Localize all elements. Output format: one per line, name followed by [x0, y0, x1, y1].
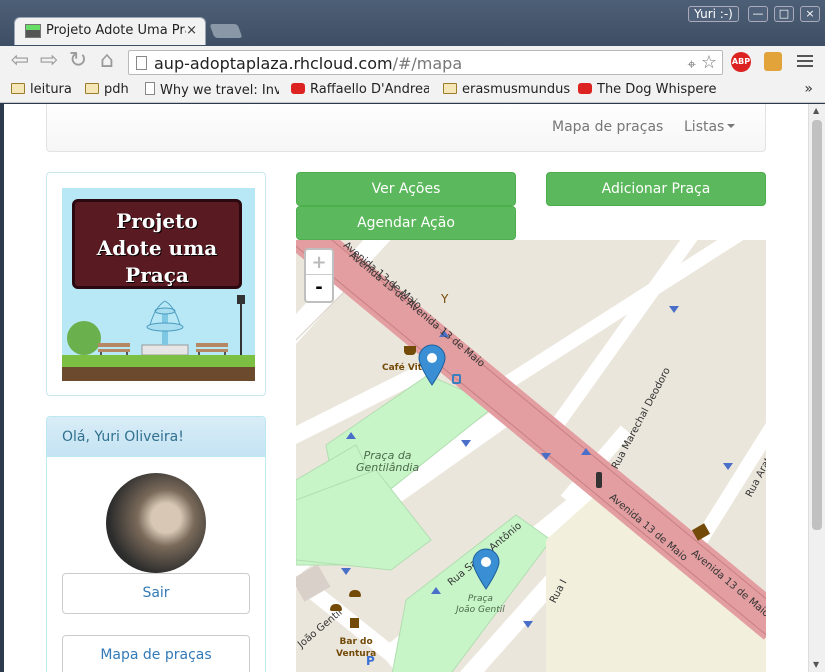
home-icon[interactable]: ⌂ [95, 50, 119, 74]
project-logo: Projeto Adote uma Praça [62, 188, 255, 381]
tab-close-icon[interactable]: × [186, 23, 197, 38]
beer-icon [350, 618, 359, 628]
map-view[interactable]: Avenida 13 de Maio Avenida 13 de Avenida… [296, 240, 766, 672]
profile-badge[interactable]: Yuri :-) [688, 6, 739, 22]
fast-food-icon [330, 604, 342, 611]
nav-map-link[interactable]: Mapa de praças [552, 119, 663, 135]
user-greeting: Olá, Yuri Oliveira! [47, 417, 265, 457]
scrollbar-thumb[interactable] [812, 120, 822, 530]
map-of-squares-button[interactable]: Mapa de praças [62, 635, 250, 672]
document-icon [145, 82, 155, 95]
bookmark-star-icon[interactable]: ☆ [701, 52, 717, 73]
square-marker-icon[interactable] [472, 548, 500, 590]
tab-title: Projeto Adote Uma Pra [46, 23, 186, 38]
bookmark-raffaello[interactable]: Raffaello D'Andrea: [291, 82, 429, 97]
park-label-joao-gentil: Praça João Gentil [456, 594, 505, 615]
lamp-post-icon [237, 295, 245, 357]
browser-toolbar: ⇦ ⇨ ↻ ⌂ aup-adoptaplaza.rhcloud.com/#/ma… [0, 46, 825, 78]
folder-icon [11, 83, 25, 94]
top-navbar: Mapa de praças Listas [46, 104, 766, 152]
cafe-cup-icon [404, 346, 416, 355]
new-tab-button[interactable] [209, 24, 243, 38]
menu-icon[interactable] [797, 52, 813, 70]
bookmark-leitura[interactable]: leitura [11, 82, 72, 97]
address-bar[interactable]: aup-adoptaplaza.rhcloud.com/#/mapa ⌖ ☆ [128, 50, 723, 75]
tree-icon [67, 321, 101, 355]
zoom-in-button[interactable]: + [306, 250, 332, 275]
logo-thumbnail: Projeto Adote uma Praça [46, 172, 266, 396]
zoom-out-button[interactable]: - [306, 275, 332, 300]
bookmark-erasmusmundus[interactable]: erasmusmundus [443, 82, 570, 97]
page-content: Mapa de praças Listas Projeto Adote uma … [4, 104, 808, 672]
zoom-control: + - [304, 248, 334, 303]
youtube-icon [291, 83, 305, 94]
bar-glass-icon: Y [441, 292, 449, 306]
logout-button[interactable]: Sair [62, 573, 250, 614]
scroll-down-icon[interactable]: ▼ [813, 660, 819, 669]
minimize-button[interactable]: — [748, 6, 768, 22]
caret-down-icon [727, 124, 736, 128]
schedule-action-button[interactable]: Agendar Ação [296, 206, 516, 240]
bookmarks-overflow-button[interactable]: » [804, 81, 813, 97]
location-icon[interactable]: ⌖ [688, 55, 696, 73]
bookmark-dog-whisperer[interactable]: The Dog Whisperer [578, 82, 717, 97]
bookmark-why-we-travel[interactable]: Why we travel: Inve [145, 82, 279, 98]
folder-icon [443, 83, 457, 94]
traffic-light-icon [596, 472, 602, 488]
fast-food-icon [349, 590, 361, 597]
avatar [106, 473, 206, 573]
page-scrollbar[interactable]: ▲ ▼ [808, 104, 825, 672]
title-bar: Projeto Adote Uma Pra × Yuri :-) — □ × [0, 0, 825, 46]
logo-sign: Projeto Adote uma Praça [72, 199, 242, 289]
extension-icon[interactable] [764, 52, 782, 71]
park-label-gentilandia: Praça da Gentilândia [356, 449, 420, 474]
fountain-icon [141, 300, 189, 356]
youtube-icon [578, 83, 592, 94]
reload-icon[interactable]: ↻ [66, 50, 90, 74]
bus-stop-icon [452, 374, 461, 384]
bookmark-pdh[interactable]: pdh [85, 82, 129, 97]
maximize-button[interactable]: □ [774, 6, 794, 22]
adblock-icon[interactable]: ABP [731, 52, 751, 72]
back-icon[interactable]: ⇦ [8, 50, 32, 74]
browser-tab[interactable]: Projeto Adote Uma Pra × [14, 17, 206, 45]
scroll-up-icon[interactable]: ▲ [813, 106, 819, 115]
nav-lists-dropdown[interactable]: Listas [684, 119, 736, 135]
parking-icon: P [366, 654, 375, 668]
square-marker-icon[interactable] [418, 344, 446, 386]
bookmarks-bar: leitura pdh Why we travel: Inve Raffaell… [0, 78, 825, 103]
folder-icon [85, 83, 99, 94]
user-panel: Olá, Yuri Oliveira! Sair Mapa de praças [46, 416, 266, 672]
forward-icon[interactable]: ⇨ [37, 50, 61, 74]
see-actions-button[interactable]: Ver Ações [296, 172, 516, 206]
add-square-button[interactable]: Adicionar Praça [546, 172, 766, 206]
page-icon [136, 56, 147, 70]
favicon-icon [25, 24, 41, 38]
close-window-button[interactable]: × [800, 6, 820, 22]
url-text[interactable]: aup-adoptaplaza.rhcloud.com/#/mapa [154, 54, 462, 73]
